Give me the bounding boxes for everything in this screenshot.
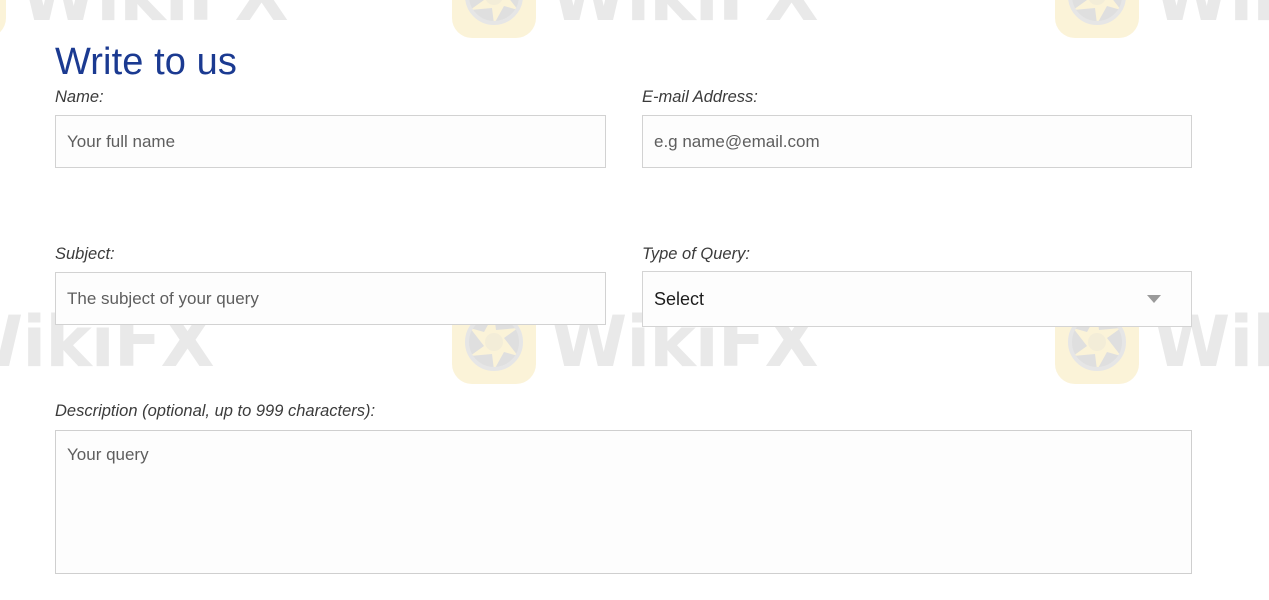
email-input[interactable]: e.g name@email.com — [642, 115, 1192, 168]
chevron-down-icon — [1147, 295, 1161, 303]
name-input[interactable]: Your full name — [55, 115, 606, 168]
description-label: Description (optional, up to 999 charact… — [55, 402, 376, 420]
description-textarea[interactable]: Your query — [55, 430, 1192, 574]
contact-form: Write to us Name: Your full name E-mail … — [0, 0, 1269, 600]
page-title: Write to us — [55, 41, 238, 84]
subject-label: Subject: — [55, 245, 115, 263]
email-label: E-mail Address: — [642, 88, 758, 106]
query-type-select[interactable]: Select — [642, 271, 1192, 327]
subject-input[interactable]: The subject of your query — [55, 272, 606, 325]
query-type-label: Type of Query: — [642, 245, 750, 263]
query-type-selected-value: Select — [654, 288, 705, 309]
name-label: Name: — [55, 88, 104, 106]
